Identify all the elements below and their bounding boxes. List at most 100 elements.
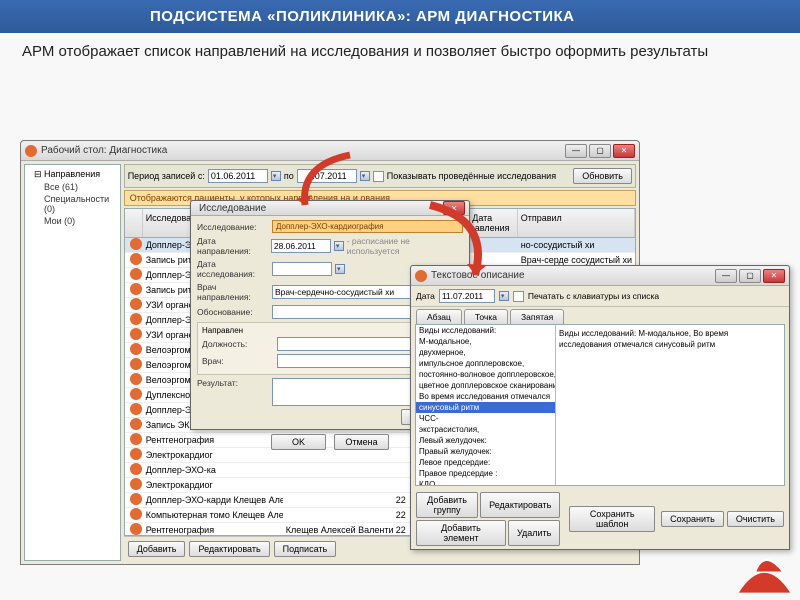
date-res-label: Дата исследования: [197, 259, 269, 279]
row-status-icon [130, 478, 142, 490]
edit-item-button[interactable]: Редактировать [480, 492, 560, 518]
row-status-icon [130, 508, 142, 520]
cell-sent: но-сосудистый хи [518, 240, 635, 250]
cancel-button[interactable]: Отмена [334, 434, 389, 450]
main-titlebar[interactable]: Рабочий стол: Диагностика — ▢ ✕ [21, 141, 639, 161]
text-date-label: Дата [416, 291, 435, 301]
list-item[interactable]: Правый желудочек: [416, 446, 555, 457]
text-date-input[interactable] [439, 289, 495, 303]
col-sent: Отправил [518, 209, 635, 237]
add-button[interactable]: Добавить [128, 541, 186, 557]
list-item[interactable]: КДО [416, 479, 555, 485]
main-title: Рабочий стол: Диагностика [41, 145, 563, 156]
description-text[interactable]: Виды исследований: М-модальное, Во время… [556, 325, 784, 485]
cell-research: Электрокардиог [143, 480, 283, 490]
tab-paragraph[interactable]: Абзац [416, 309, 462, 324]
ok-button[interactable]: OK [271, 434, 326, 450]
text-titlebar[interactable]: Текстовое описание — ▢ ✕ [411, 266, 789, 286]
print-checkbox[interactable] [513, 291, 524, 302]
list-item[interactable]: Правое предсердие : [416, 468, 555, 479]
list-item[interactable]: Во время исследования отмечался [416, 391, 555, 402]
text-title: Текстовое описание [431, 270, 713, 281]
sentby-label: Врач направления: [197, 282, 269, 302]
list-item[interactable]: экстрасистолия, [416, 424, 555, 435]
text-dialog-icon [415, 270, 427, 282]
row-status-icon [130, 298, 142, 310]
research-close-button[interactable]: ✕ [443, 201, 465, 215]
list-item[interactable]: Левое предсердие: [416, 457, 555, 468]
add-elem-button[interactable]: Добавить элемент [416, 520, 506, 546]
text-close-button[interactable]: ✕ [763, 269, 785, 283]
date-from-input[interactable] [208, 169, 268, 183]
row-status-icon [130, 523, 142, 535]
date-to-dropdown-icon[interactable] [360, 171, 370, 181]
date-res-input[interactable] [272, 262, 332, 276]
text-min-button[interactable]: — [715, 269, 737, 283]
research-dropdown[interactable]: Допплер-ЭХО-кардиография [272, 220, 463, 233]
just-label: Обоснование: [197, 307, 269, 317]
list-item[interactable]: Левый желудочек: [416, 435, 555, 446]
list-item[interactable]: импульсное допплеровское, [416, 358, 555, 369]
slide-caption: АРМ отображает список направлений на исс… [0, 33, 800, 70]
list-item[interactable]: ЧСС- [416, 413, 555, 424]
row-status-icon [130, 433, 142, 445]
row-status-icon [130, 328, 142, 340]
row-status-icon [130, 358, 142, 370]
list-item[interactable]: цветное допплеровское сканирование, [416, 380, 555, 391]
date-dir-dd-icon[interactable] [334, 241, 344, 251]
text-footer: Добавить группу Редактировать Добавить э… [411, 489, 789, 549]
row-status-icon [130, 283, 142, 295]
minimize-button[interactable]: — [565, 144, 587, 158]
cell-research: Компьютерная томо Клещев Алексей Валенти… [143, 510, 283, 520]
date-to-input[interactable] [297, 169, 357, 183]
list-item[interactable]: синусовый ритм [416, 402, 555, 413]
list-item[interactable]: Виды исследований: [416, 325, 555, 336]
row-status-icon [130, 313, 142, 325]
research-titlebar[interactable]: Исследование ✕ [191, 201, 469, 216]
add-group-button[interactable]: Добавить группу [416, 492, 478, 518]
sign-button[interactable]: Подписать [274, 541, 337, 557]
delete-button[interactable]: Удалить [508, 520, 560, 546]
show-done-label: Показывать проведённые исследования [387, 171, 556, 181]
date-res-dd-icon[interactable] [335, 264, 345, 274]
to-label: по [284, 171, 294, 181]
research-title: Исследование [195, 203, 441, 214]
position-label: Должность: [202, 339, 274, 349]
close-button[interactable]: ✕ [613, 144, 635, 158]
tree-item-spec[interactable]: Специальности (0) [28, 193, 117, 215]
tree-item-all[interactable]: Все (61) [28, 181, 117, 193]
row-status-icon [130, 268, 142, 280]
save-template-button[interactable]: Сохранить шаблон [569, 506, 655, 532]
row-status-icon [130, 493, 142, 505]
print-label: Печатать с клавиатуры из списка [528, 291, 659, 301]
filter-bar: Период записей с: по Показывать проведён… [124, 164, 636, 188]
tree-root[interactable]: ⊟ Направления [28, 168, 117, 181]
row-status-icon [130, 448, 142, 460]
date-dir-input[interactable] [271, 239, 331, 253]
date-from-dropdown-icon[interactable] [271, 171, 281, 181]
edit-button[interactable]: Редактировать [189, 541, 269, 557]
row-status-icon [130, 388, 142, 400]
date-dir-label: Дата направления: [197, 236, 268, 256]
app-icon [25, 145, 37, 157]
row-status-icon [130, 343, 142, 355]
save-button[interactable]: Сохранить [661, 511, 724, 527]
text-max-button[interactable]: ▢ [739, 269, 761, 283]
update-button[interactable]: Обновить [573, 168, 632, 184]
list-item[interactable]: М-модальное, [416, 336, 555, 347]
tab-dot[interactable]: Точка [464, 309, 508, 324]
row-status-icon [130, 418, 142, 430]
tree-item-mine[interactable]: Мои (0) [28, 215, 117, 227]
nav-tree[interactable]: ⊟ Направления Все (61) Специальности (0)… [24, 164, 121, 561]
text-date-dd-icon[interactable] [499, 291, 509, 301]
text-description-dialog: Текстовое описание — ▢ ✕ Дата Печатать с… [410, 265, 790, 550]
corner-logo-icon [737, 544, 792, 594]
row-status-icon [130, 373, 142, 385]
show-done-checkbox[interactable] [373, 171, 384, 182]
list-item[interactable]: двухмерное, [416, 347, 555, 358]
tab-comma[interactable]: Запятая [510, 309, 564, 324]
template-list[interactable]: Виды исследований:М-модальное,двухмерное… [416, 325, 556, 485]
clear-button[interactable]: Очистить [727, 511, 784, 527]
list-item[interactable]: постоянно-волновое допплеровское, [416, 369, 555, 380]
maximize-button[interactable]: ▢ [589, 144, 611, 158]
